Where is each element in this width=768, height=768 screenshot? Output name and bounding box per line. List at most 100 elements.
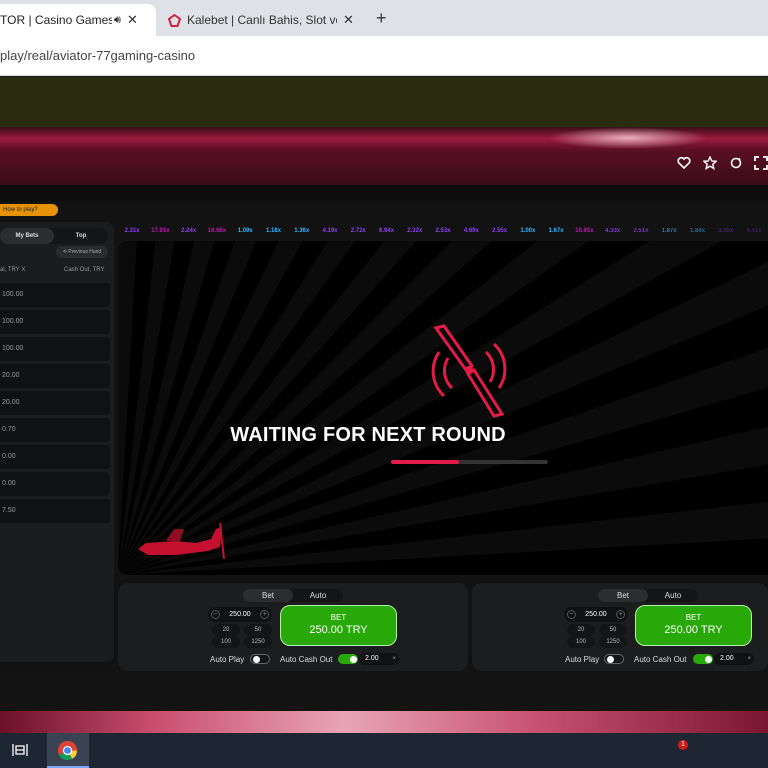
tab-bet[interactable]: Bet [243, 589, 293, 602]
history-icon: ⟲ [62, 249, 67, 255]
multiplier-badge[interactable]: 2.32x [401, 224, 429, 238]
quick-amount-1250[interactable]: 1250 [599, 636, 627, 648]
cash-out-value: 2.00 [720, 655, 734, 662]
address-bar[interactable]: play/real/aviator-77gaming-casino [0, 36, 768, 76]
column-bet: al, TRY X [0, 267, 26, 273]
quick-amount-100[interactable]: 100 [212, 636, 240, 648]
quick-amount-50[interactable]: 50 [599, 624, 627, 636]
tab-top[interactable]: Top [54, 228, 108, 244]
multiplier-badge[interactable]: 3.35x [712, 224, 740, 238]
quick-amount-1250[interactable]: 1250 [244, 636, 272, 648]
stake-input[interactable]: 250.00 [220, 607, 260, 622]
multiplier-badge[interactable]: 6.94x [372, 224, 400, 238]
tab-auto[interactable]: Auto [648, 589, 698, 602]
cash-out-value-input[interactable]: 2.00 × [359, 653, 399, 665]
multiplier-badge[interactable]: 2.53x [429, 224, 457, 238]
cash-out-value-input[interactable]: 2.00 × [714, 653, 754, 665]
multiplier-badge[interactable]: 1.09x [231, 224, 259, 238]
quick-amount-100[interactable]: 100 [567, 636, 595, 648]
bets-tabs: My Bets Top [0, 228, 108, 244]
tab-auto[interactable]: Auto [293, 589, 343, 602]
previous-hand-label: Previous Hand [68, 249, 102, 255]
minus-button[interactable]: − [211, 610, 220, 619]
bet-button-amount: 250.00 TRY [309, 624, 368, 636]
quick-amount-20[interactable]: 20 [567, 624, 595, 636]
how-to-play-button[interactable]: How to play? [0, 204, 58, 216]
multiplier-badge[interactable]: 4.33x [599, 224, 627, 238]
multiplier-badge[interactable]: 1.67x [542, 224, 570, 238]
bet-row: 0.00 [0, 472, 110, 496]
tab-aviator[interactable]: TOR | Casino Games | C 🔊︎ ✕ [0, 4, 156, 36]
notification-badge[interactable]: 1 [678, 740, 688, 750]
bet-row: 100.00 [0, 337, 110, 361]
plane-icon [138, 522, 225, 560]
tab-title: Kalebet | Canlı Bahis, Slot ve Ca [187, 13, 337, 27]
bet-panel-1: Bet Auto − 250.00 + 20 50 100 1250 BET 2… [118, 583, 468, 671]
multiplier-badge[interactable]: 1.84x [683, 224, 711, 238]
multiplier-badge[interactable]: 10.65x [570, 224, 598, 238]
round-status: WAITING FOR NEXT ROUND [230, 424, 506, 446]
heart-icon[interactable] [677, 156, 691, 174]
auto-cash-out-toggle[interactable] [338, 654, 358, 664]
url-text[interactable]: play/real/aviator-77gaming-casino [0, 48, 195, 63]
quick-amount-50[interactable]: 50 [244, 624, 272, 636]
propeller-icon [431, 324, 507, 418]
bet-button[interactable]: BET 250.00 TRY [635, 605, 752, 646]
tab-bet[interactable]: Bet [598, 589, 648, 602]
auto-play-toggle[interactable] [604, 654, 624, 664]
multiplier-badge[interactable]: 2.24x [175, 224, 203, 238]
auto-play-toggle[interactable] [250, 654, 270, 664]
auto-cash-out-toggle[interactable] [693, 654, 713, 664]
auto-play-label: Auto Play [565, 655, 600, 664]
multiplier-badge[interactable]: 2.72x [344, 224, 372, 238]
multiplier-badge[interactable]: 1.87x [655, 224, 683, 238]
browser-tab-bar: TOR | Casino Games | C 🔊︎ ✕ Kalebet | Ca… [0, 0, 768, 36]
speaker-icon[interactable]: 🔊︎ [114, 14, 121, 27]
multiplier-badge[interactable]: 1.00x [514, 224, 542, 238]
plus-button[interactable]: + [260, 610, 269, 619]
auto-play-label: Auto Play [210, 655, 245, 664]
tab-title: TOR | Casino Games | C [0, 13, 112, 27]
close-tab-icon[interactable]: ✕ [343, 12, 354, 28]
refresh-icon[interactable] [729, 156, 743, 174]
tab-my-bets[interactable]: My Bets [0, 228, 54, 244]
new-tab-button[interactable]: + [376, 8, 387, 29]
column-cash-out: Cash Out, TRY [64, 267, 105, 273]
multiplier-badge[interactable]: 2.55x [485, 224, 513, 238]
chrome-taskbar-button[interactable] [47, 733, 89, 768]
bet-row: 0.00 [0, 445, 110, 469]
clear-icon[interactable]: × [747, 653, 751, 665]
stake-input[interactable]: 250.00 [576, 607, 616, 622]
bet-button[interactable]: BET 250.00 TRY [280, 605, 397, 646]
multiplier-badge[interactable]: 16.66x [203, 224, 231, 238]
multiplier-badge[interactable]: 4.41x [740, 224, 768, 238]
previous-hand-button[interactable]: ⟲ Previous Hand [56, 246, 108, 258]
bet-button-amount: 250.00 TRY [664, 624, 723, 636]
task-view-icon[interactable] [12, 742, 28, 761]
close-tab-icon[interactable]: ✕ [127, 12, 138, 28]
auto-cash-out-label: Auto Cash Out [280, 655, 333, 664]
bet-auto-switch: Bet Auto [243, 589, 343, 602]
bet-row: 100.00 [0, 283, 110, 307]
quick-amount-20[interactable]: 20 [212, 624, 240, 636]
cash-out-value: 2.00 [365, 655, 379, 662]
multiplier-badge[interactable]: 17.91x [146, 224, 174, 238]
multiplier-badge[interactable]: 4.19x [316, 224, 344, 238]
multiplier-badge[interactable]: 1.36x [288, 224, 316, 238]
bet-row: 7.50 [0, 499, 110, 523]
multiplier-history: 2.31x 17.91x 2.24x 16.66x 1.09x 1.18x 1.36x 4.1… [118, 224, 768, 238]
tab-kalebet[interactable]: Kalebet | Canlı Bahis, Slot ve Ca ✕ [160, 4, 370, 36]
multiplier-badge[interactable]: 4.69x [457, 224, 485, 238]
star-icon[interactable] [702, 155, 718, 174]
kalebet-favicon-icon [167, 13, 182, 27]
clear-icon[interactable]: × [392, 653, 396, 665]
multiplier-badge[interactable]: 2.31x [118, 224, 146, 238]
chrome-icon [57, 740, 78, 761]
multiplier-badge[interactable]: 1.18x [259, 224, 287, 238]
minus-button[interactable]: − [567, 610, 576, 619]
fullscreen-icon[interactable] [754, 156, 768, 174]
multiplier-badge[interactable]: 2.51x [627, 224, 655, 238]
plus-button[interactable]: + [616, 610, 625, 619]
bet-row: 20.00 [0, 364, 110, 388]
bet-row: 100.00 [0, 310, 110, 334]
